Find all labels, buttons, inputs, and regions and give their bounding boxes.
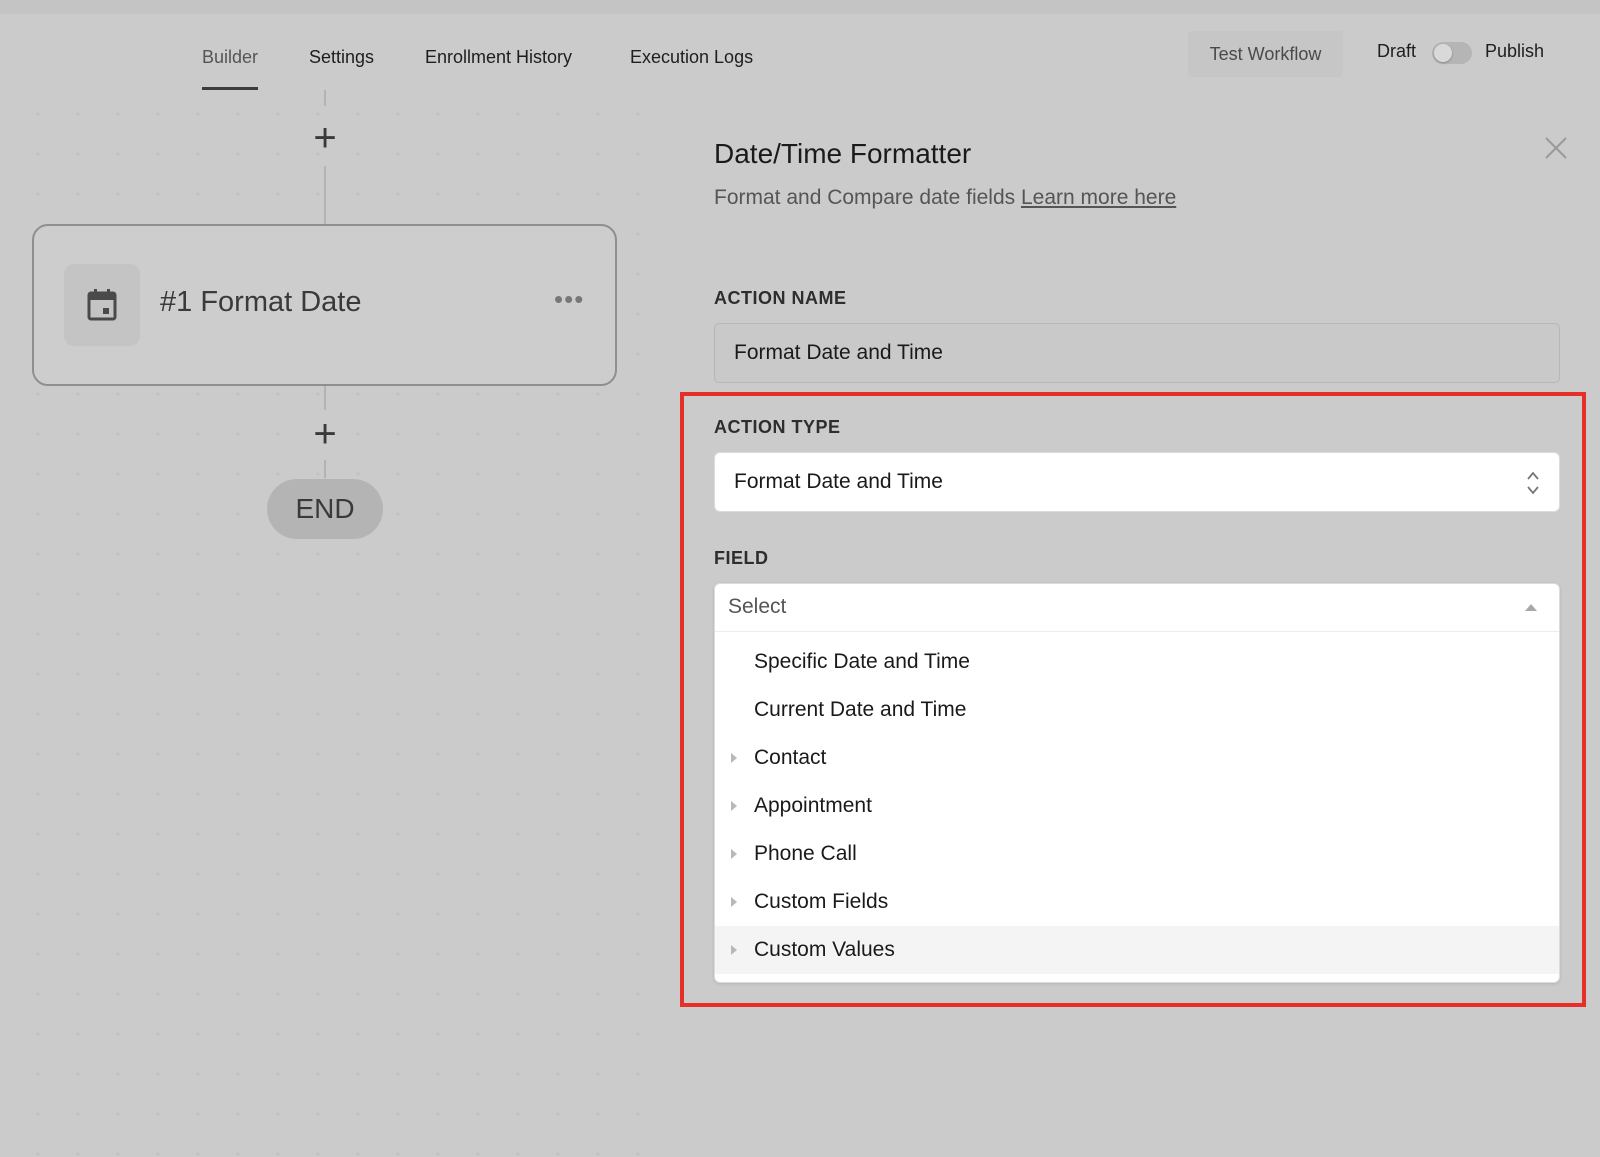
calendar-icon [87, 289, 117, 321]
learn-more-link[interactable]: Learn more here [1021, 186, 1176, 209]
connector-line [324, 90, 326, 106]
tab-builder-label: Builder [202, 47, 259, 67]
end-node: END [267, 479, 383, 539]
tab-settings-label: Settings [309, 47, 375, 67]
more-options-icon[interactable]: ••• [554, 284, 584, 315]
action-name-value: Format Date and Time [734, 341, 943, 364]
tab-execution-logs[interactable]: Execution Logs [630, 44, 753, 90]
tab-settings[interactable]: Settings [309, 44, 374, 90]
test-workflow-button[interactable]: Test Workflow [1188, 31, 1343, 77]
panel-subtitle-text: Format and Compare date fields [714, 186, 1016, 209]
workflow-node-format-date[interactable]: #1 Format Date ••• [32, 224, 617, 386]
top-bar: Builder Settings Enrollment History Exec… [0, 0, 1600, 90]
panel-title: Date/Time Formatter [714, 138, 972, 169]
action-name-label: ACTION NAME [714, 288, 847, 308]
highlight-box [680, 392, 1586, 1007]
tab-execution-logs-label: Execution Logs [630, 47, 754, 67]
panel-subtitle: Format and Compare date fields Learn mor… [714, 186, 1176, 210]
draft-label: Draft [1377, 41, 1417, 61]
add-step-button-bottom[interactable]: + [305, 414, 345, 454]
tab-enrollment-history[interactable]: Enrollment History [425, 44, 572, 90]
close-icon[interactable] [1542, 134, 1570, 162]
workflow-canvas[interactable]: + #1 Format Date ••• + END [0, 90, 676, 1157]
connector-line [324, 166, 326, 224]
connector-line [324, 460, 326, 478]
toggle-knob [1434, 44, 1452, 62]
tab-builder[interactable]: Builder [202, 44, 259, 90]
publish-label: Publish [1485, 41, 1545, 61]
add-step-button-top[interactable]: + [305, 118, 345, 158]
tab-enrollment-history-label: Enrollment History [425, 47, 573, 67]
publish-toggle[interactable] [1432, 42, 1472, 64]
action-name-input[interactable]: Format Date and Time [714, 323, 1560, 383]
end-label: END [295, 493, 355, 524]
connector-line [324, 386, 326, 410]
node-icon-box [64, 264, 140, 346]
node-title: #1 Format Date [160, 286, 362, 318]
test-workflow-label: Test Workflow [1209, 43, 1322, 64]
